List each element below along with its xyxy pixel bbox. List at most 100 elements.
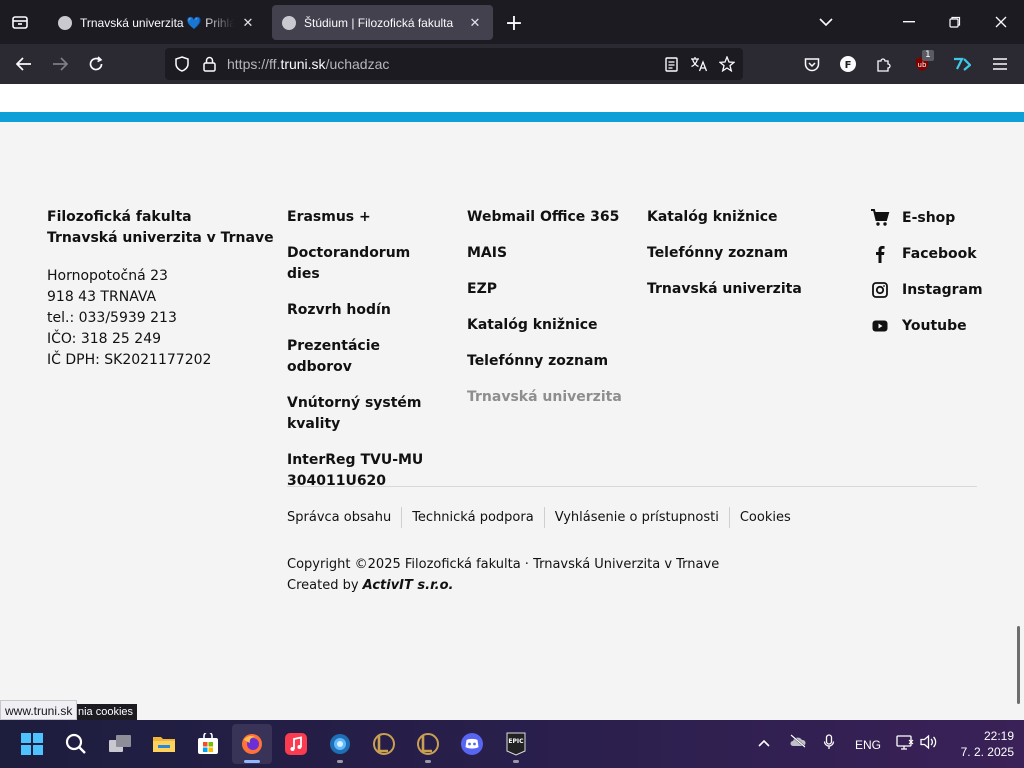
- search-icon[interactable]: [56, 724, 96, 764]
- social-label: Youtube: [902, 317, 967, 334]
- translate-icon[interactable]: [686, 51, 712, 77]
- footer-links-column-2: Webmail Office 365 MAIS EZP Katalóg kniž…: [467, 207, 637, 423]
- university-favicon-icon: [58, 15, 72, 30]
- bookmark-star-icon[interactable]: [714, 51, 740, 77]
- url-scheme: https://ff.: [227, 56, 281, 72]
- firefox-taskbar-icon[interactable]: [232, 724, 272, 764]
- link-status-url: www.truni.sk: [0, 700, 78, 720]
- footer-link-telefonny-zoznam[interactable]: Telefónny zoznam: [467, 351, 637, 372]
- tab-studium[interactable]: Štúdium | Filozofická fakulta ✕: [272, 5, 493, 40]
- epic-games-icon[interactable]: EPIC: [496, 724, 536, 764]
- footer-link-trnavska-univerzita[interactable]: Trnavská univerzita: [647, 279, 817, 300]
- address-line: IČ DPH: SK2021177202: [47, 352, 212, 368]
- copyright-block: Copyright ©2025 Filozofická fakulta · Tr…: [287, 554, 719, 596]
- svg-text:EPIC: EPIC: [508, 738, 524, 745]
- svg-text:ub: ub: [918, 61, 927, 69]
- ublock-origin-icon[interactable]: ub 1: [909, 50, 935, 77]
- network-icon[interactable]: [896, 734, 914, 753]
- footer-link-rozvrh-hodin[interactable]: Rozvrh hodín: [287, 300, 447, 321]
- footer-link-ezp[interactable]: EZP: [467, 279, 637, 300]
- footer-link-telefonny-zoznam[interactable]: Telefónny zoznam: [647, 243, 817, 264]
- hamburger-menu-icon[interactable]: [987, 51, 1013, 77]
- shield-icon[interactable]: [169, 51, 195, 77]
- tab-strip: Trnavská univerzita 💙 Prihlás sa ✕ Štúdi…: [0, 0, 1024, 44]
- address-bar[interactable]: https://ff.truni.sk/uchadzac: [165, 48, 743, 80]
- social-label: Instagram: [902, 281, 983, 298]
- footer-link-trnavska-univerzita[interactable]: Trnavská univerzita: [467, 387, 637, 408]
- tooltip: nia cookies: [74, 704, 138, 720]
- social-link-eshop[interactable]: E-shop: [870, 207, 1020, 228]
- back-icon[interactable]: [11, 51, 37, 77]
- legal-link-vyhlasenie-o-pristupnosti[interactable]: Vyhlásenie o prístupnosti: [543, 507, 729, 528]
- content-bottom-edge: [0, 84, 1024, 112]
- chevron-down-icon[interactable]: [815, 12, 837, 32]
- close-window-icon[interactable]: [990, 12, 1012, 32]
- restore-icon[interactable]: [944, 12, 966, 32]
- chevron-up-icon[interactable]: [758, 736, 770, 750]
- footer-legal-links: Správca obsahu Technická podpora Vyhláse…: [287, 507, 801, 528]
- footer-links-column-3: Katalóg knižnice Telefónny zoznam Trnavs…: [647, 207, 817, 315]
- created-by-prefix: Created by: [287, 578, 363, 593]
- footer-link-webmail[interactable]: Webmail Office 365: [467, 207, 637, 228]
- footer-link-mais[interactable]: MAIS: [467, 243, 637, 264]
- forward-icon[interactable]: [47, 51, 73, 77]
- agency-link[interactable]: ActivIT s.r.o.: [363, 578, 454, 593]
- task-view-icon[interactable]: [100, 724, 140, 764]
- footer-link-prezentacie-odborov[interactable]: Prezentácie odborov: [287, 336, 447, 378]
- created-by-line: Created by ActivIT s.r.o.: [287, 575, 719, 596]
- language-indicator[interactable]: ENG: [855, 738, 881, 752]
- address-line: IČO: 318 25 249: [47, 331, 162, 347]
- clock-date: 7. 2. 2025: [960, 745, 1014, 759]
- minimize-icon[interactable]: [898, 12, 920, 32]
- footer-link-katalog-kniznice[interactable]: Katalóg knižnice: [467, 315, 637, 336]
- url-path: /uchadzac: [325, 56, 390, 72]
- app-circle-icon[interactable]: [320, 724, 360, 764]
- extensions-icon[interactable]: [871, 51, 897, 77]
- start-button[interactable]: [12, 724, 52, 764]
- youtube-icon: [870, 316, 890, 336]
- footer-links-column-1: Erasmus + Doctorandorum dies Rozvrh hodí…: [287, 207, 447, 507]
- account-icon[interactable]: F: [835, 51, 861, 77]
- svg-text:F: F: [845, 60, 852, 71]
- microphone-icon[interactable]: [823, 734, 835, 753]
- lock-icon[interactable]: [196, 51, 222, 77]
- social-link-instagram[interactable]: Instagram: [870, 279, 1020, 300]
- translator-extension-icon[interactable]: [949, 51, 975, 77]
- tab-trnavska-univerzita[interactable]: Trnavská univerzita 💙 Prihlás sa ✕: [48, 5, 266, 40]
- footer-link-erasmus[interactable]: Erasmus +: [287, 207, 447, 228]
- close-tab-icon[interactable]: ✕: [240, 15, 256, 31]
- volume-icon[interactable]: [920, 734, 938, 753]
- onedrive-offline-icon[interactable]: [789, 734, 807, 751]
- social-link-youtube[interactable]: Youtube: [870, 315, 1020, 336]
- clock-time: 22:19: [983, 729, 1014, 743]
- footer-link-katalog-kniznice[interactable]: Katalóg knižnice: [647, 207, 817, 228]
- league-client-icon[interactable]: [408, 724, 448, 764]
- close-tab-icon[interactable]: ✕: [467, 15, 483, 31]
- social-link-facebook[interactable]: Facebook: [870, 243, 1020, 264]
- url-text[interactable]: https://ff.truni.sk/uchadzac: [227, 56, 389, 72]
- footer-address-block: Filozofická fakulta Trnavská univerzita …: [47, 207, 277, 371]
- league-of-legends-icon[interactable]: [364, 724, 404, 764]
- footer-link-doctorandorum-dies[interactable]: Doctorandorum dies: [287, 243, 447, 285]
- tab-title: Trnavská univerzita 💙 Prihlás sa: [80, 15, 234, 30]
- file-explorer-icon[interactable]: [144, 724, 184, 764]
- pocket-icon[interactable]: [799, 51, 825, 77]
- footer-divider: [287, 486, 977, 487]
- discord-icon[interactable]: [452, 724, 492, 764]
- apple-music-icon[interactable]: [276, 724, 316, 764]
- system-clock[interactable]: 22:19 7. 2. 2025: [944, 728, 1014, 760]
- org-name-line: Trnavská univerzita v Trnave: [47, 230, 274, 246]
- legal-link-cookies[interactable]: Cookies: [728, 507, 801, 528]
- tab-list-icon[interactable]: [10, 12, 30, 32]
- legal-link-spravca-obsahu[interactable]: Správca obsahu: [287, 507, 401, 528]
- reader-view-icon[interactable]: [658, 51, 684, 77]
- scrollbar-thumb[interactable]: [1017, 626, 1020, 704]
- microsoft-store-icon[interactable]: [188, 724, 228, 764]
- footer-link-vnutorny-system-kvality[interactable]: Vnútorný systém kvality: [287, 393, 447, 435]
- legal-link-technicka-podpora[interactable]: Technická podpora: [401, 507, 544, 528]
- address-line: tel.: 033/5939 213: [47, 310, 177, 326]
- reload-icon[interactable]: [83, 51, 109, 77]
- url-host: truni.sk: [280, 56, 326, 72]
- new-tab-icon[interactable]: +: [503, 11, 525, 36]
- address-line: Hornopotočná 23: [47, 268, 168, 284]
